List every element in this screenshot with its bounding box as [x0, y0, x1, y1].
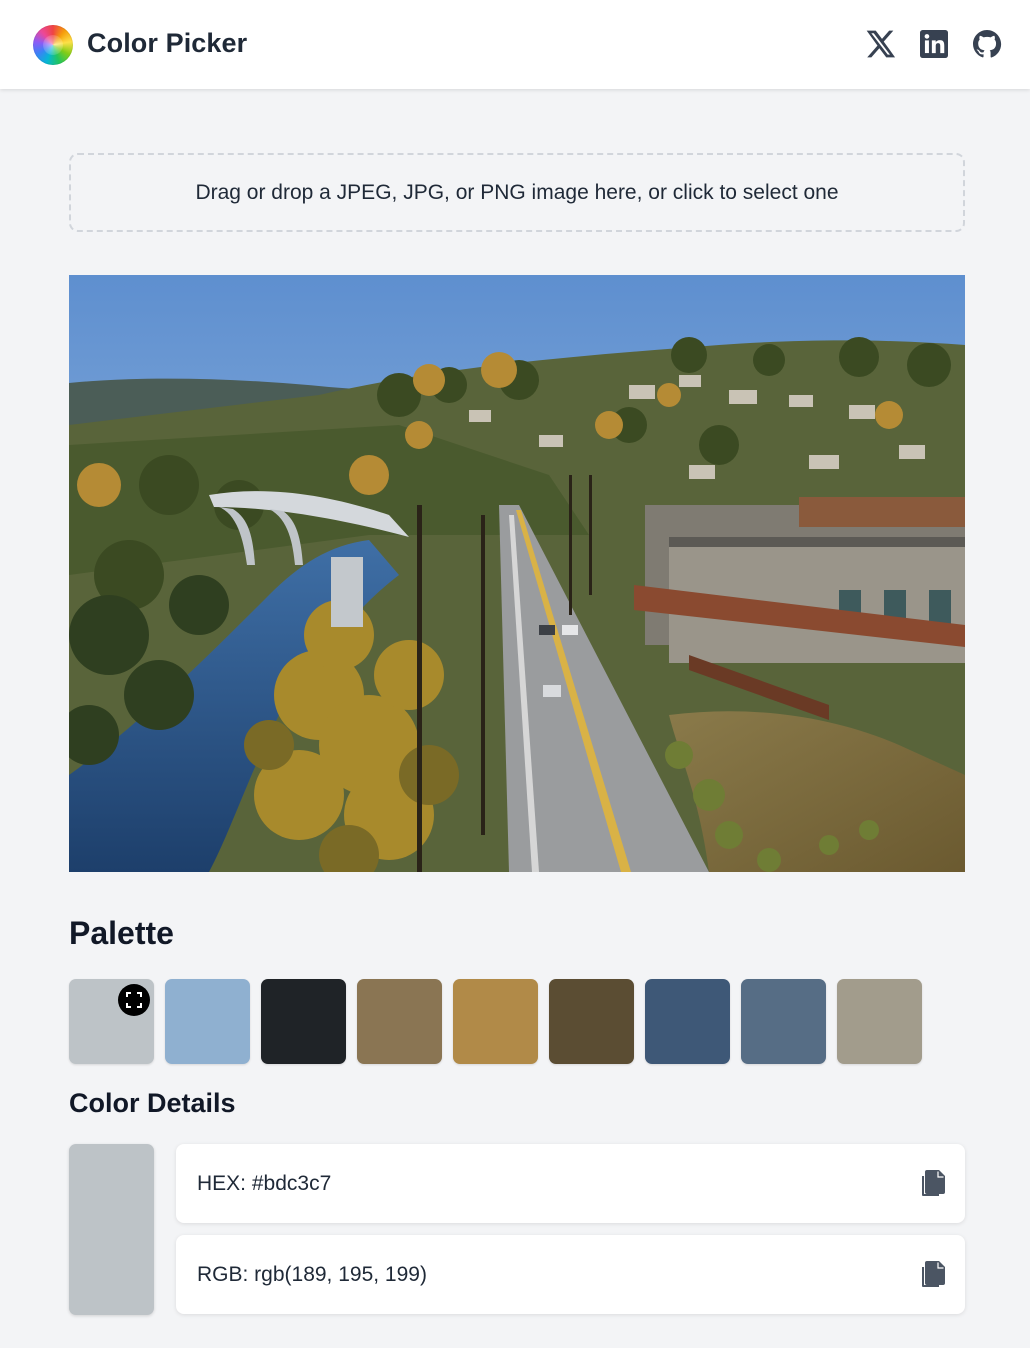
palette-swatch[interactable] — [357, 979, 442, 1064]
copy-icon[interactable] — [921, 1170, 945, 1198]
app-header: Color Picker — [0, 0, 1030, 89]
palette-swatch[interactable] — [165, 979, 250, 1064]
palette-swatch[interactable] — [261, 979, 346, 1064]
uploaded-image[interactable] — [69, 275, 965, 872]
copy-rgb-svg — [922, 1261, 945, 1287]
x-logo-svg — [866, 30, 896, 58]
color-preview — [69, 1144, 154, 1315]
github-icon[interactable] — [970, 27, 1004, 61]
image-dropzone[interactable]: Drag or drop a JPEG, JPG, or PNG image h… — [69, 153, 965, 232]
github-logo-svg — [973, 30, 1002, 58]
color-details-heading: Color Details — [69, 1088, 236, 1118]
rgb-value: RGB: rgb(189, 195, 199) — [197, 1262, 427, 1286]
hex-value: HEX: #bdc3c7 — [197, 1171, 332, 1195]
hex-card: HEX: #bdc3c7 — [176, 1144, 965, 1223]
palette-swatch[interactable] — [645, 979, 730, 1064]
linkedin-logo-svg — [920, 30, 948, 58]
copy-hex-svg — [922, 1170, 945, 1196]
palette-swatch[interactable] — [741, 979, 826, 1064]
x-icon[interactable] — [863, 27, 897, 61]
color-wheel-icon — [33, 25, 73, 65]
palette-heading: Palette — [69, 915, 174, 951]
rgb-card: RGB: rgb(189, 195, 199) — [176, 1235, 965, 1314]
focus-frame-icon — [118, 984, 150, 1016]
palette-swatch[interactable] — [453, 979, 538, 1064]
linkedin-icon[interactable] — [917, 27, 951, 61]
copy-icon[interactable] — [921, 1261, 945, 1289]
dropzone-text: Drag or drop a JPEG, JPG, or PNG image h… — [195, 180, 839, 204]
town-bridge-photo — [69, 275, 965, 872]
palette-swatch[interactable] — [69, 979, 154, 1064]
app-title: Color Picker — [87, 28, 248, 58]
palette-swatches — [69, 979, 922, 1064]
palette-swatch[interactable] — [549, 979, 634, 1064]
palette-swatch[interactable] — [837, 979, 922, 1064]
